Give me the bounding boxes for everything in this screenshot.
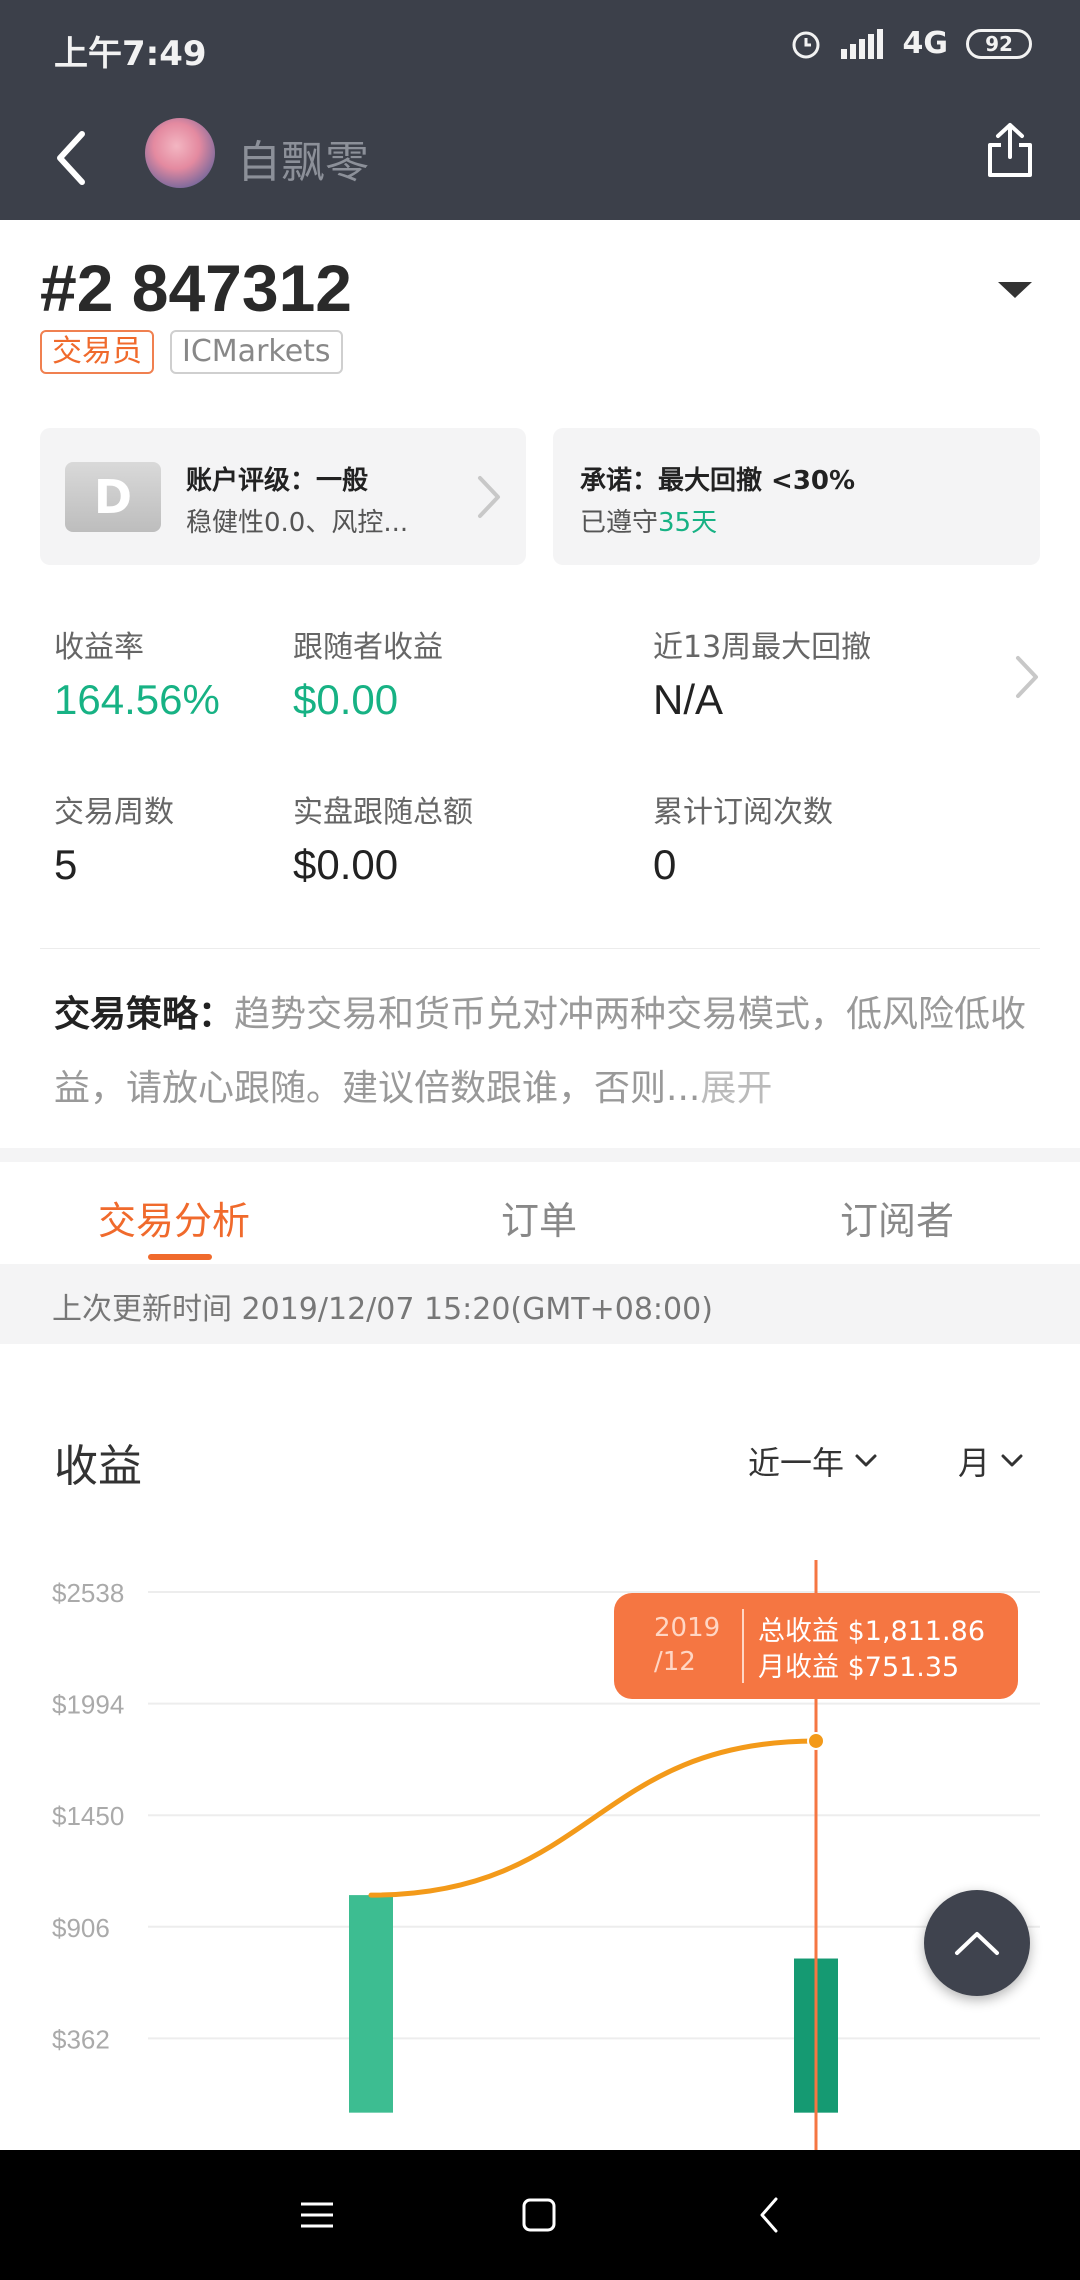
back-triangle-icon	[760, 2197, 778, 2233]
scroll-to-top-button[interactable]	[924, 1890, 1030, 1996]
stat-label-follow-total: 实盘跟随总额	[293, 795, 473, 830]
rating-title: 账户评级：一般	[186, 466, 369, 496]
username[interactable]: 自飘零	[237, 126, 369, 190]
account-dropdown-button[interactable]	[990, 270, 1040, 310]
tab-subscribers[interactable]: 订阅者	[840, 1190, 954, 1245]
range-filter-label: 近一年	[748, 1444, 845, 1482]
grade-badge: D	[65, 462, 161, 532]
y-tick-label: $1450	[52, 1801, 124, 1831]
stat-value-trading-weeks: 5	[54, 841, 78, 888]
chart-title: 收益	[54, 1441, 142, 1492]
trader-tag: 交易员	[40, 330, 154, 374]
tooltip-date: 2019/12	[654, 1611, 720, 1679]
chevron-right-icon	[478, 476, 500, 518]
nav-home-button[interactable]	[504, 2180, 574, 2250]
tooltip-date-month: /12	[654, 1647, 696, 1677]
account-title: #2 847312	[40, 251, 352, 325]
selected-point	[807, 1731, 825, 1750]
status-icons: 4G 92	[789, 26, 1032, 61]
promise-subtitle: 已遵守35天	[580, 502, 717, 539]
share-button[interactable]	[970, 110, 1050, 190]
y-tick-label: $362	[52, 2024, 110, 2054]
battery-level: 92	[985, 31, 1013, 56]
tab-orders[interactable]: 订单	[501, 1190, 577, 1245]
strategy-expand-link[interactable]: 展开	[700, 1068, 772, 1109]
stat-label-trading-weeks: 交易周数	[54, 795, 174, 830]
promise-card[interactable]: 承诺：最大回撤 <30% 已遵守35天	[553, 428, 1040, 565]
share-icon	[988, 123, 1032, 177]
back-button[interactable]	[30, 118, 110, 198]
tab-trade-analysis[interactable]: 交易分析	[98, 1190, 250, 1245]
promise-title: 承诺：最大回撤 <30%	[580, 466, 856, 496]
stat-value-follow-total: $0.00	[293, 841, 399, 888]
y-tick-label: $1994	[52, 1690, 124, 1720]
cumulative-profit-line	[368, 1738, 819, 1898]
strategy-label: 交易策略：	[54, 994, 235, 1035]
avatar[interactable]	[145, 118, 215, 188]
stats-chevron-right-icon[interactable]	[1012, 652, 1042, 702]
tooltip-date-year: 2019	[654, 1613, 721, 1643]
menu-icon	[301, 2202, 333, 2228]
tooltip-total-profit: 总收益 $1,811.86	[758, 1616, 985, 1647]
range-filter-dropdown[interactable]: 近一年	[748, 1438, 878, 1484]
chevron-up-icon	[955, 1932, 999, 1955]
tab-bar: 交易分析 订单 订阅者	[0, 1162, 1080, 1262]
alarm-icon	[792, 31, 819, 58]
update-bar: 上次更新时间 2019/12/07 15:20(GMT+08:00)	[0, 1264, 1080, 1344]
nav-back-button[interactable]	[734, 2180, 804, 2250]
stat-value-max-drawdown: N/A	[653, 676, 724, 723]
bar	[349, 1895, 393, 2113]
nav-menu-button[interactable]	[282, 2180, 352, 2250]
stat-value-return-rate: 164.56%	[54, 676, 220, 723]
tooltip-separator	[742, 1609, 744, 1683]
stat-label-return-rate: 收益率	[54, 630, 144, 665]
signal-icon	[840, 28, 883, 59]
promise-sub-prefix: 已遵守	[580, 508, 659, 538]
stat-label-follower-profit: 跟随者收益	[293, 630, 443, 665]
status-bar: 上午7:49 4G 92	[0, 0, 1080, 96]
chart-tooltip: 2019/12 总收益 $1,811.86 月收益 $751.35	[614, 1593, 1018, 1699]
period-filter-label: 月	[958, 1444, 991, 1482]
y-tick-label: $906	[52, 1913, 110, 1943]
rating-card[interactable]: D 账户评级：一般 稳健性0.0、风控...	[40, 428, 526, 565]
app-bar: 自飘零	[0, 96, 1080, 220]
promise-days: 35天	[658, 508, 718, 538]
chevron-down-icon	[855, 1454, 877, 1467]
chevron-down-icon	[1001, 1454, 1023, 1467]
strategy-text: 交易策略：趋势交易和货币兑对冲两种交易模式，低风险低收益，请放心跟随。建议倍数跟…	[54, 978, 1034, 1126]
network-type: 4G	[902, 26, 949, 61]
divider	[40, 948, 1040, 949]
tooltip-monthly-profit: 月收益 $751.35	[758, 1652, 960, 1683]
back-arrow-icon	[57, 131, 85, 185]
broker-tag: ICMarkets	[170, 330, 343, 374]
system-navigation-bar	[0, 2150, 1080, 2280]
section-divider	[0, 1148, 1080, 1162]
stat-value-follower-profit: $0.00	[293, 676, 399, 723]
home-square-icon	[522, 2198, 556, 2232]
period-filter-dropdown[interactable]: 月	[958, 1438, 1024, 1484]
stat-label-max-drawdown: 近13周最大回撤	[653, 630, 872, 665]
stat-label-subscription-count: 累计订阅次数	[653, 795, 833, 830]
rating-subtitle: 稳健性0.0、风控...	[186, 508, 409, 538]
status-time: 上午7:49	[54, 34, 207, 74]
active-tab-indicator	[148, 1254, 212, 1260]
y-tick-label: $2538	[52, 1578, 124, 1608]
stat-value-subscription-count: 0	[653, 841, 677, 888]
caret-down-icon	[998, 282, 1032, 298]
battery-icon: 92	[966, 28, 1032, 59]
last-update-text: 上次更新时间 2019/12/07 15:20(GMT+08:00)	[52, 1292, 713, 1327]
